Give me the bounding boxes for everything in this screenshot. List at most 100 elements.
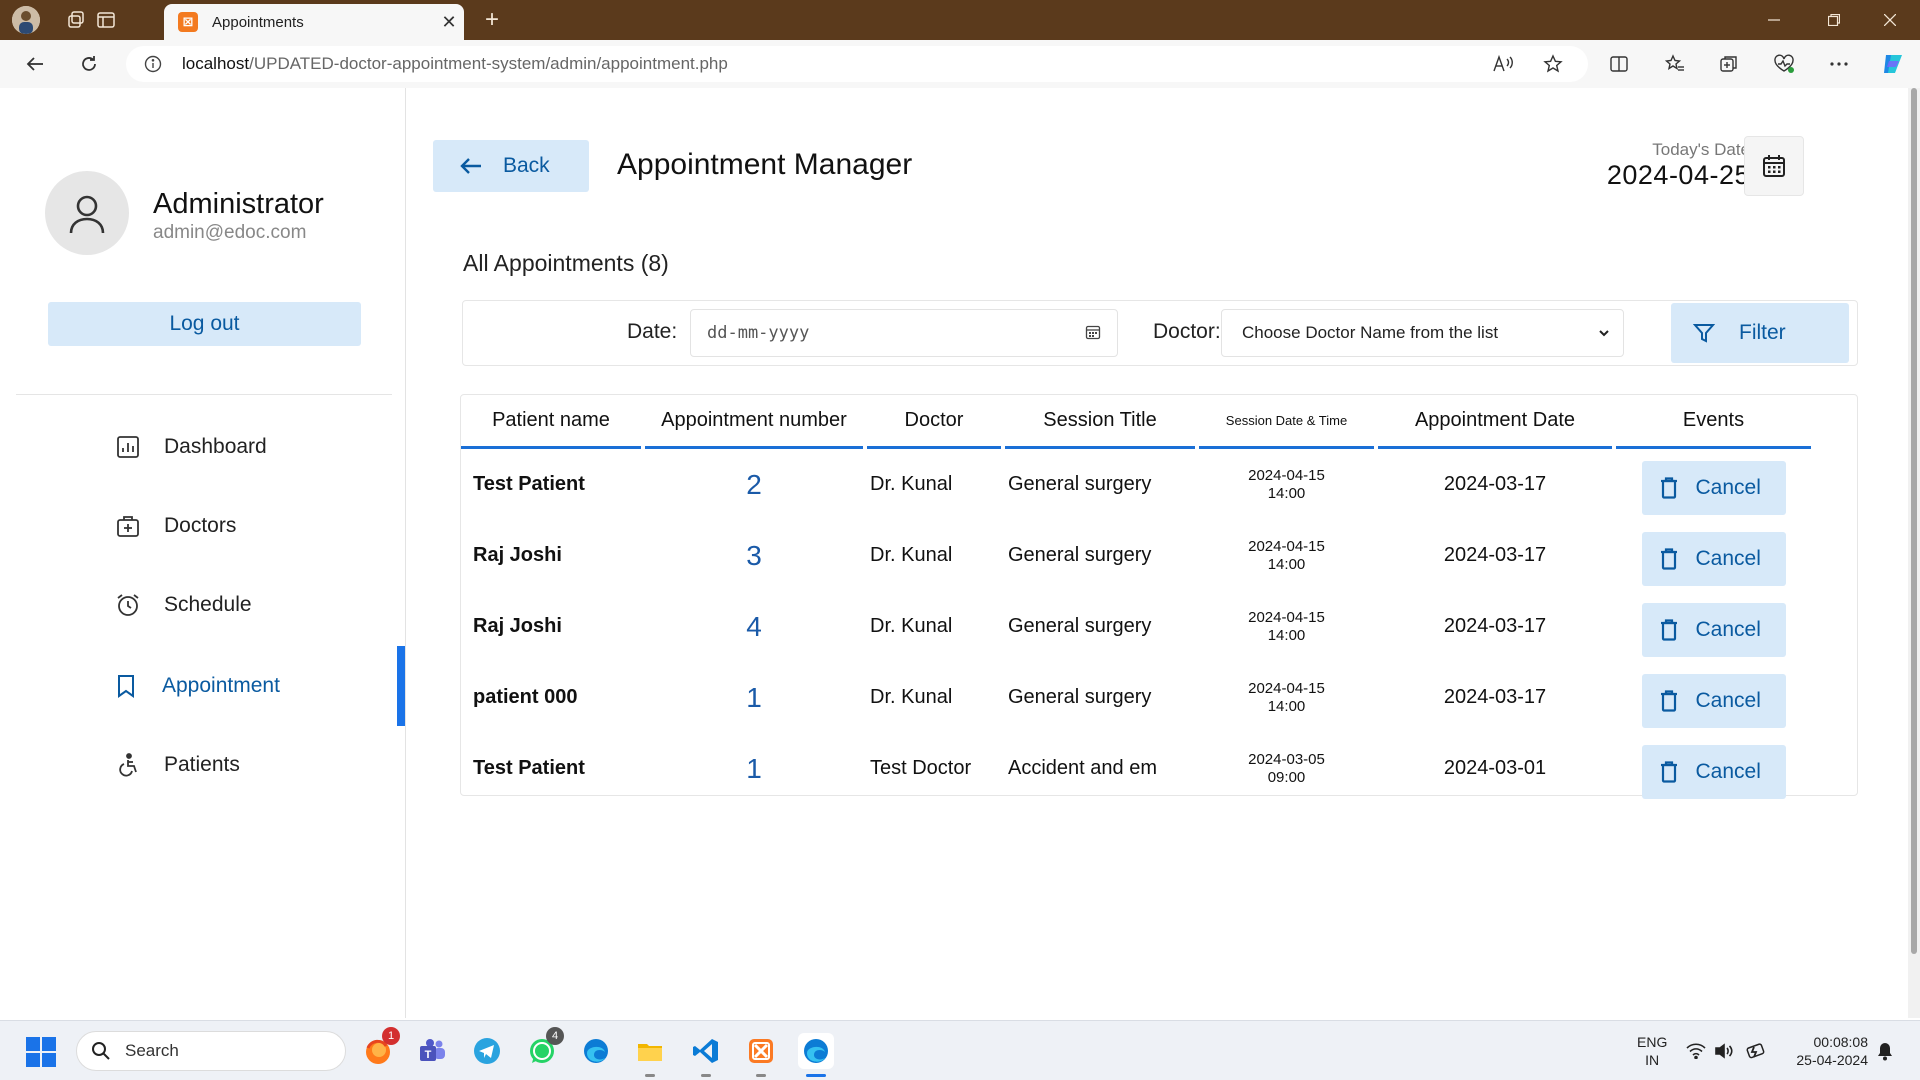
doctor-select-value: Choose Doctor Name from the list (1242, 323, 1499, 342)
clock-date: 25-04-2024 (1796, 1052, 1868, 1068)
trash-icon (1660, 547, 1678, 570)
region-code: IN (1645, 1052, 1660, 1068)
page-scrollbar[interactable] (1908, 88, 1920, 1018)
trash-icon (1660, 618, 1678, 641)
whatsapp-icon[interactable]: 4 (524, 1027, 564, 1069)
date-filter-input[interactable]: dd-mm-yyyy (690, 309, 1118, 357)
reload-icon[interactable] (72, 48, 106, 80)
scrollbar-thumb[interactable] (1911, 88, 1917, 954)
dashboard-icon (114, 433, 142, 461)
doctor-select[interactable]: Choose Doctor Name from the list (1221, 309, 1624, 357)
svg-text:T: T (425, 1049, 432, 1061)
running-indicator (645, 1074, 655, 1077)
back-button[interactable]: Back (433, 140, 589, 192)
read-aloud-icon[interactable] (1486, 46, 1520, 82)
restore-icon[interactable] (1806, 0, 1862, 40)
appointment-number: 3 (746, 539, 762, 571)
cancel-label: Cancel (1695, 475, 1761, 499)
minimize-icon[interactable] (1746, 0, 1802, 40)
close-window-icon[interactable] (1862, 0, 1918, 40)
session-date-time: 2024-03-05 09:00 (1199, 733, 1374, 804)
split-screen-icon[interactable] (1602, 46, 1636, 82)
table-row: patient 000 1 Dr. Kunal General surgery … (461, 662, 1811, 733)
tab-close-icon[interactable]: ✕ (434, 12, 464, 33)
session-time: 09:00 (1267, 768, 1306, 786)
sidebar-item-appointment[interactable]: Appointment (6, 646, 406, 726)
vscode-icon[interactable] (688, 1033, 724, 1077)
teams-icon[interactable]: T (414, 1033, 450, 1069)
language-indicator[interactable]: ENG IN (1637, 1033, 1667, 1069)
patient-name: Raj Joshi (473, 544, 562, 566)
date-placeholder: dd-mm-yyyy (707, 323, 810, 343)
firefox-badge: 1 (382, 1027, 400, 1045)
filter-button[interactable]: Filter (1671, 303, 1849, 363)
favorite-star-icon[interactable] (1536, 46, 1570, 82)
xampp-icon[interactable] (743, 1033, 779, 1077)
doctor-name: Dr. Kunal (870, 615, 953, 637)
collections-icon[interactable] (1712, 46, 1746, 82)
browser-back-icon[interactable] (18, 48, 52, 80)
wifi-icon[interactable] (1684, 1041, 1708, 1061)
site-info-icon[interactable] (142, 53, 164, 75)
doctor-name: Dr. Kunal (870, 544, 953, 566)
tab-actions-icon[interactable] (92, 6, 120, 34)
session-time: 14:00 (1267, 626, 1306, 644)
windows-start-icon[interactable] (26, 1037, 56, 1067)
calendar-button[interactable] (1744, 136, 1804, 196)
url-bar[interactable]: localhost/UPDATED-doctor-appointment-sys… (126, 46, 1588, 82)
sidebar: Administrator admin@edoc.com Log out Das… (6, 88, 406, 1018)
url-path: /UPDATED-doctor-appointment-system/admin… (249, 54, 728, 73)
browser-essentials-icon[interactable] (1767, 46, 1801, 82)
running-indicator (756, 1074, 766, 1077)
table-row: Raj Joshi 3 Dr. Kunal General surgery 20… (461, 520, 1811, 591)
file-explorer-icon[interactable] (632, 1033, 668, 1077)
session-time: 14:00 (1267, 697, 1306, 715)
sidebar-item-patients[interactable]: Patients (6, 725, 406, 805)
battery-charging-icon[interactable] (1744, 1041, 1768, 1061)
appointment-date: 2024-03-17 (1443, 686, 1547, 708)
favorites-icon[interactable] (1658, 46, 1692, 82)
workspaces-icon[interactable] (62, 6, 90, 34)
volume-icon[interactable] (1712, 1041, 1736, 1061)
cancel-button[interactable]: Cancel (1641, 602, 1786, 657)
system-clock[interactable]: 00:08:08 25-04-2024 (1786, 1033, 1868, 1069)
notification-bell-icon[interactable] (1876, 1041, 1894, 1061)
filter-bar: Date: dd-mm-yyyy Doctor: Choose Doctor N… (462, 300, 1858, 366)
chevron-down-icon (1597, 326, 1611, 340)
edge-active-icon[interactable] (798, 1033, 834, 1077)
active-indicator (397, 646, 405, 726)
today-date-label: Today's Date (1652, 140, 1750, 159)
telegram-icon[interactable] (469, 1033, 505, 1069)
url-text[interactable]: localhost/UPDATED-doctor-appointment-sys… (182, 54, 728, 74)
trash-icon (1660, 689, 1678, 712)
patient-name: patient 000 (473, 686, 578, 708)
new-tab-icon[interactable]: + (478, 6, 506, 34)
date-picker-icon[interactable] (1085, 324, 1101, 340)
table-row: Test Patient 2 Dr. Kunal General surgery… (461, 449, 1811, 520)
bookmark-icon (112, 672, 140, 700)
wheelchair-icon (114, 751, 142, 779)
firefox-icon[interactable]: 1 (360, 1027, 400, 1069)
search-icon (91, 1041, 111, 1061)
session-date: 2024-03-05 (1248, 750, 1325, 768)
browser-tab-appointments[interactable]: ⊠ Appointments ✕ (164, 4, 464, 40)
taskbar-search[interactable]: Search (76, 1031, 346, 1071)
profile-email: admin@edoc.com (153, 222, 307, 243)
sidebar-item-doctors[interactable]: Doctors (6, 486, 406, 566)
today-date-value: 2024-04-25 (1606, 160, 1750, 190)
cancel-button[interactable]: Cancel (1641, 673, 1786, 728)
running-indicator (701, 1074, 711, 1077)
sidebar-item-dashboard[interactable]: Dashboard (6, 407, 406, 487)
cancel-button[interactable]: Cancel (1641, 460, 1786, 515)
profile-avatar-icon[interactable] (12, 6, 40, 34)
filter-label: Filter (1739, 321, 1786, 344)
logout-button[interactable]: Log out (48, 302, 361, 346)
more-options-icon[interactable] (1822, 46, 1856, 82)
cancel-button[interactable]: Cancel (1641, 531, 1786, 586)
appointment-number: 1 (746, 681, 762, 713)
page: Administrator admin@edoc.com Log out Das… (6, 88, 1912, 1018)
copilot-icon[interactable] (1876, 46, 1910, 82)
sidebar-item-schedule[interactable]: Schedule (6, 565, 406, 645)
cancel-button[interactable]: Cancel (1641, 744, 1786, 799)
edge-icon[interactable] (578, 1033, 614, 1069)
